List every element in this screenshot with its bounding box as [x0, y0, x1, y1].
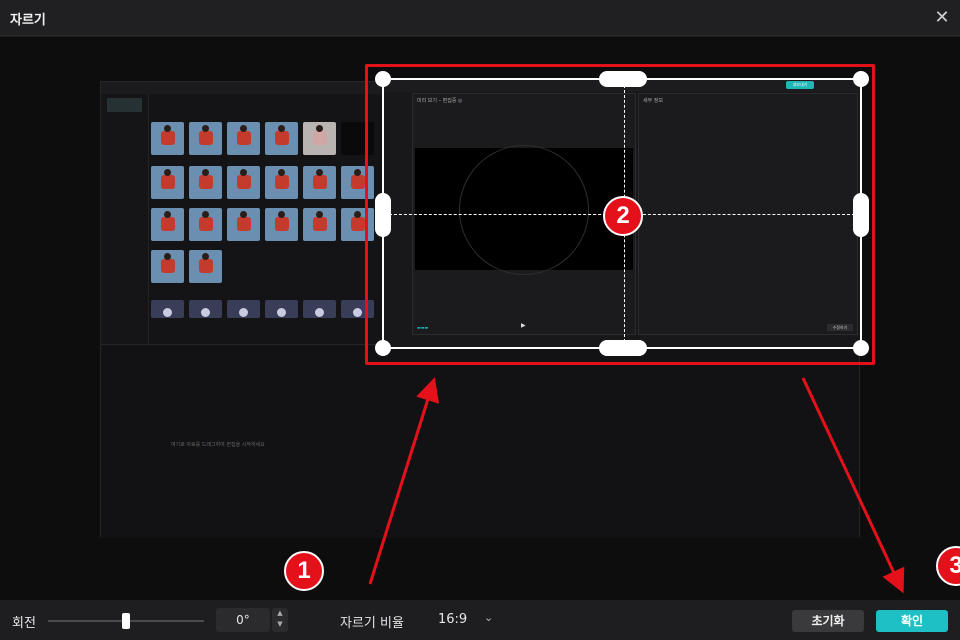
- rotation-label: 회전: [12, 616, 36, 631]
- rotation-input[interactable]: 0°: [216, 608, 270, 632]
- dialog-title-bar: 자르기 ✕: [0, 0, 960, 36]
- timeline-hint: 여기로 자료를 드래그하여 편집을 시작하세요: [171, 442, 265, 448]
- annotation-step-1: 1: [284, 551, 324, 591]
- reset-button[interactable]: 초기화: [792, 610, 864, 632]
- rotation-stepper[interactable]: ▲ ▼: [272, 608, 288, 632]
- rotation-slider-knob[interactable]: [122, 613, 130, 629]
- chevron-down-icon[interactable]: ▼: [277, 620, 282, 628]
- crop-ratio-select[interactable]: 16:9: [438, 612, 467, 627]
- annotation-step-2: 2: [603, 196, 643, 236]
- dialog-title: 자르기: [10, 13, 46, 28]
- confirm-button[interactable]: 확인: [876, 610, 948, 632]
- chevron-down-icon[interactable]: ⌄: [484, 611, 493, 624]
- chevron-up-icon[interactable]: ▲: [277, 609, 282, 617]
- source-sidebar: [101, 94, 149, 344]
- close-icon[interactable]: ✕: [930, 6, 954, 30]
- rotation-slider[interactable]: [48, 613, 204, 629]
- crop-ratio-label: 자르기 비율: [340, 616, 404, 631]
- source-timeline: 여기로 자료를 드래그하여 편집을 시작하세요: [101, 344, 859, 538]
- crop-controls-bar: 회전 0° ▲ ▼ 자르기 비율 16:9 ⌄ 초기화 확인: [0, 600, 960, 640]
